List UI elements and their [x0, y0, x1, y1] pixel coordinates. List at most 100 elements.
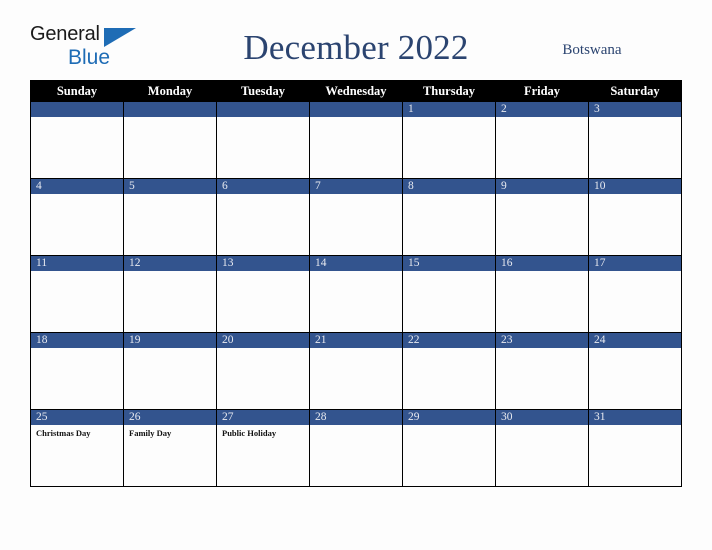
calendar-day-cell[interactable]: 24: [588, 332, 682, 410]
day-number: 1: [403, 102, 495, 117]
calendar-week-row: 11 12 13 14 15 16 17: [30, 255, 682, 333]
calendar-page: General Blue December 2022 Botswana Sund…: [0, 0, 712, 550]
calendar-day-cell[interactable]: 29: [402, 409, 496, 487]
day-events: Christmas Day: [31, 425, 123, 439]
holiday-label: Public Holiday: [222, 428, 277, 438]
day-cell-content: [31, 102, 123, 178]
day-cell-content: 1: [403, 102, 495, 178]
day-cell-content: 16: [496, 256, 588, 332]
calendar-week-row: 123: [30, 101, 682, 179]
calendar-day-cell[interactable]: 11: [30, 255, 124, 333]
calendar-day-cell[interactable]: 30: [495, 409, 589, 487]
day-events: [589, 271, 681, 274]
day-number: 17: [589, 256, 681, 271]
day-events: [589, 348, 681, 351]
day-events: [403, 194, 495, 197]
day-cell-content: 26 Family Day: [124, 410, 216, 486]
calendar-day-cell[interactable]: 4: [30, 178, 124, 256]
calendar-day-cell[interactable]: 15: [402, 255, 496, 333]
calendar-grid-container: Sunday Monday Tuesday Wednesday Thursday…: [30, 80, 682, 487]
day-events: [589, 425, 681, 428]
calendar-day-cell[interactable]: 25 Christmas Day: [30, 409, 124, 487]
day-number: 6: [217, 179, 309, 194]
day-cell-content: 25 Christmas Day: [31, 410, 123, 486]
calendar-day-cell[interactable]: 16: [495, 255, 589, 333]
day-events: [310, 348, 402, 351]
calendar-day-cell[interactable]: 3: [588, 101, 682, 179]
day-events: [217, 348, 309, 351]
day-cell-content: 24: [589, 333, 681, 409]
calendar-head: Sunday Monday Tuesday Wednesday Thursday…: [30, 80, 682, 102]
calendar-day-cell[interactable]: 12: [123, 255, 217, 333]
day-events: [496, 271, 588, 274]
day-cell-content: 14: [310, 256, 402, 332]
day-events: [217, 117, 309, 120]
day-cell-content: 15: [403, 256, 495, 332]
day-number: 30: [496, 410, 588, 425]
day-number: 15: [403, 256, 495, 271]
calendar-day-cell[interactable]: 9: [495, 178, 589, 256]
day-events: [217, 271, 309, 274]
day-number: 11: [31, 256, 123, 271]
calendar-day-cell[interactable]: 5: [123, 178, 217, 256]
day-cell-content: 13: [217, 256, 309, 332]
day-cell-content: 6: [217, 179, 309, 255]
day-number: 14: [310, 256, 402, 271]
day-events: [589, 194, 681, 197]
calendar-day-cell[interactable]: 28: [309, 409, 403, 487]
weekday-header-tuesday: Tuesday: [216, 80, 310, 102]
day-cell-content: 12: [124, 256, 216, 332]
day-cell-content: [124, 102, 216, 178]
calendar-day-cell[interactable]: 17: [588, 255, 682, 333]
weekday-header-saturday: Saturday: [588, 80, 682, 102]
calendar-week-row: 4 5 6 7 8 9 10: [30, 178, 682, 256]
day-number: 23: [496, 333, 588, 348]
calendar-day-cell[interactable]: 22: [402, 332, 496, 410]
day-events: [124, 348, 216, 351]
calendar-day-cell[interactable]: 21: [309, 332, 403, 410]
calendar-day-cell[interactable]: 7: [309, 178, 403, 256]
page-header: General Blue December 2022 Botswana: [30, 22, 682, 78]
calendar-body: 1 2 3 4 5 6 7 8 9 10 11 12 13 14 15 16 17 18 19 20 21 22 23 24 2…: [30, 101, 682, 487]
calendar-day-cell[interactable]: 20: [216, 332, 310, 410]
day-events: [310, 425, 402, 428]
calendar-day-cell[interactable]: 10: [588, 178, 682, 256]
day-number: [31, 102, 123, 117]
day-events: [31, 194, 123, 197]
calendar-day-cell[interactable]: 23: [495, 332, 589, 410]
calendar-day-cell[interactable]: 26 Family Day: [123, 409, 217, 487]
calendar-day-cell[interactable]: 1: [402, 101, 496, 179]
day-cell-content: 27 Public Holiday: [217, 410, 309, 486]
day-number: 28: [310, 410, 402, 425]
day-number: 21: [310, 333, 402, 348]
calendar-day-cell[interactable]: 13: [216, 255, 310, 333]
day-number: 7: [310, 179, 402, 194]
calendar-day-cell[interactable]: 18: [30, 332, 124, 410]
day-events: [496, 425, 588, 428]
day-cell-content: [310, 102, 402, 178]
day-cell-content: 4: [31, 179, 123, 255]
day-cell-content: 18: [31, 333, 123, 409]
calendar-day-cell[interactable]: 31: [588, 409, 682, 487]
calendar-day-cell[interactable]: 6: [216, 178, 310, 256]
day-events: [124, 271, 216, 274]
day-number: 12: [124, 256, 216, 271]
day-number: 5: [124, 179, 216, 194]
day-cell-content: 7: [310, 179, 402, 255]
day-number: 16: [496, 256, 588, 271]
calendar-day-cell[interactable]: 2: [495, 101, 589, 179]
calendar-day-cell[interactable]: 27 Public Holiday: [216, 409, 310, 487]
calendar-day-cell[interactable]: 19: [123, 332, 217, 410]
day-cell-content: 3: [589, 102, 681, 178]
day-number: 10: [589, 179, 681, 194]
day-number: 20: [217, 333, 309, 348]
calendar-day-cell[interactable]: 14: [309, 255, 403, 333]
day-number: 8: [403, 179, 495, 194]
day-events: [403, 271, 495, 274]
calendar-day-cell[interactable]: 8: [402, 178, 496, 256]
day-number: 26: [124, 410, 216, 425]
day-cell-content: 23: [496, 333, 588, 409]
day-number: 29: [403, 410, 495, 425]
day-events: [310, 271, 402, 274]
day-number: 2: [496, 102, 588, 117]
